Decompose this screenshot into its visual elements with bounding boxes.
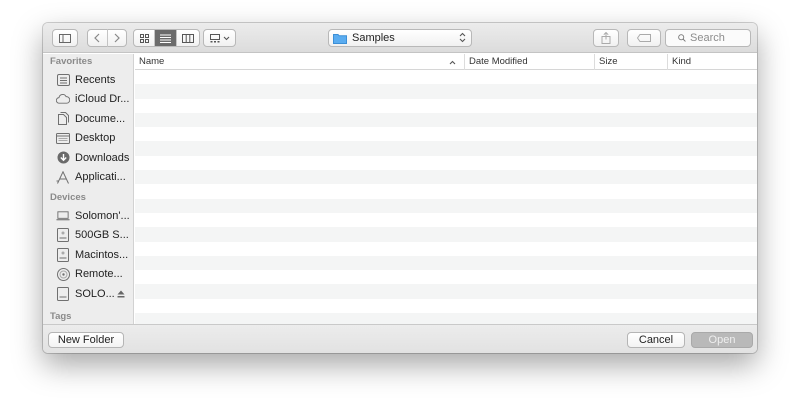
- list-row-empty: [135, 227, 757, 242]
- sidebar-item-label: Macintos...: [75, 248, 129, 261]
- sidebar-item-label: Docume...: [75, 112, 126, 125]
- search-input[interactable]: [690, 32, 750, 44]
- list-row-empty: [135, 84, 757, 99]
- tags-button[interactable]: [627, 29, 661, 47]
- search-icon: [678, 34, 686, 42]
- sidebar-item-label: Solomon'...: [75, 209, 130, 222]
- sidebar-heading-devices: Devices: [50, 192, 86, 203]
- list-row-empty: [135, 213, 757, 227]
- column-header-date-modified[interactable]: Date Modified: [465, 54, 595, 70]
- column-header-name[interactable]: Name: [135, 54, 465, 70]
- eject-icon[interactable]: [117, 289, 125, 301]
- path-popup-label: Samples: [352, 32, 395, 44]
- sidebar-item-applications[interactable]: Applicati...: [43, 168, 133, 188]
- list-row-empty: [135, 184, 757, 198]
- icon-grid-icon: [139, 33, 149, 43]
- list-lines-icon: [160, 34, 172, 43]
- tag-icon: [637, 34, 651, 42]
- icon-view-button[interactable]: [134, 30, 156, 46]
- applications-icon: [56, 170, 70, 184]
- list-row-empty: [135, 99, 757, 113]
- updown-chevron-icon: [459, 32, 466, 43]
- disk-icon: [56, 228, 70, 243]
- sidebar-item-downloads[interactable]: Downloads: [43, 148, 133, 168]
- sidebar-heading-favorites: Favorites: [50, 56, 93, 67]
- sidebar-item-documents[interactable]: Docume...: [43, 109, 133, 129]
- new-folder-button[interactable]: New Folder: [48, 332, 124, 348]
- open-button[interactable]: Open: [691, 332, 753, 348]
- list-row-empty: [135, 127, 757, 141]
- external-drive-icon: [56, 286, 70, 301]
- file-list: Name Date Modified Size Kind: [135, 54, 757, 324]
- sidebar-item-label: Recents: [75, 73, 116, 86]
- sidebar-toggle-icon: [59, 33, 71, 43]
- list-row-empty: [135, 255, 757, 271]
- forward-button[interactable]: [108, 29, 127, 47]
- chevron-down-icon: [223, 36, 229, 40]
- toolbar: Samples: [43, 23, 757, 53]
- sidebar-item-remote-disc[interactable]: Remote...: [43, 265, 133, 285]
- list-view-button[interactable]: [155, 30, 177, 46]
- sort-ascending-icon: [449, 60, 456, 65]
- share-icon: [601, 32, 611, 44]
- sidebar-item-label: SOLO...: [75, 287, 115, 300]
- dialog-footer: New Folder Cancel Open: [43, 324, 757, 353]
- sidebar-item-solo-drive[interactable]: SOLO...: [43, 284, 133, 304]
- sidebar-item-label: Applicati...: [75, 171, 126, 184]
- sidebar-item-label: Remote...: [75, 268, 123, 281]
- sidebar-item-500gb-disk[interactable]: 500GB S...: [43, 226, 133, 246]
- gallery-icon: [209, 33, 220, 42]
- recents-icon: [56, 73, 70, 87]
- downloads-icon: [56, 151, 70, 165]
- cancel-button[interactable]: Cancel: [627, 332, 685, 348]
- sidebar-item-computer[interactable]: Solomon'...: [43, 206, 133, 226]
- disk-icon: [56, 247, 70, 262]
- column-header-size[interactable]: Size: [595, 54, 668, 70]
- documents-icon: [56, 112, 70, 126]
- list-row-empty: [135, 313, 757, 324]
- chevron-left-icon: [94, 33, 100, 43]
- list-row-empty: [135, 170, 757, 185]
- sidebar-item-label: iCloud Dr...: [75, 93, 130, 106]
- sidebar: Favorites Recents iCloud Dr... Docume...…: [43, 54, 134, 324]
- back-forward-control: [87, 29, 127, 47]
- columns-icon: [181, 33, 194, 43]
- view-mode-control: [133, 29, 200, 47]
- gallery-view-dropdown[interactable]: [203, 29, 236, 47]
- open-file-dialog: Samples Favor: [43, 23, 757, 353]
- column-view-button[interactable]: [177, 30, 199, 46]
- sidebar-item-label: 500GB S...: [75, 229, 129, 242]
- remote-disc-icon: [56, 267, 70, 281]
- column-header-kind[interactable]: Kind: [668, 54, 757, 70]
- sidebar-item-label: Downloads: [75, 151, 130, 164]
- list-row-empty: [135, 242, 757, 256]
- back-button[interactable]: [88, 29, 108, 47]
- sidebar-item-icloud-drive[interactable]: iCloud Dr...: [43, 90, 133, 110]
- sidebar-item-macintosh-hd[interactable]: Macintos...: [43, 245, 133, 265]
- list-row-empty: [135, 156, 757, 170]
- chevron-right-icon: [114, 33, 120, 43]
- laptop-icon: [56, 209, 70, 223]
- path-popup[interactable]: Samples: [328, 29, 472, 47]
- cloud-icon: [56, 92, 70, 106]
- list-row-empty: [135, 270, 757, 284]
- share-button[interactable]: [593, 29, 619, 47]
- list-row-empty: [135, 112, 757, 128]
- folder-icon: [333, 33, 347, 44]
- sidebar-item-desktop[interactable]: Desktop: [43, 129, 133, 149]
- list-header: Name Date Modified Size Kind: [135, 54, 757, 70]
- list-row-empty: [135, 299, 757, 313]
- search-field[interactable]: [665, 29, 751, 47]
- list-row-empty: [135, 141, 757, 156]
- desktop-icon: [56, 131, 70, 145]
- list-rows: [135, 70, 757, 324]
- list-row-empty: [135, 70, 757, 84]
- sidebar-item-recents[interactable]: Recents: [43, 70, 133, 90]
- sidebar-toggle-button[interactable]: [52, 29, 78, 47]
- list-row-empty: [135, 198, 757, 213]
- list-row-empty: [135, 284, 757, 299]
- sidebar-item-label: Desktop: [75, 132, 116, 145]
- sidebar-heading-tags: Tags: [50, 310, 72, 322]
